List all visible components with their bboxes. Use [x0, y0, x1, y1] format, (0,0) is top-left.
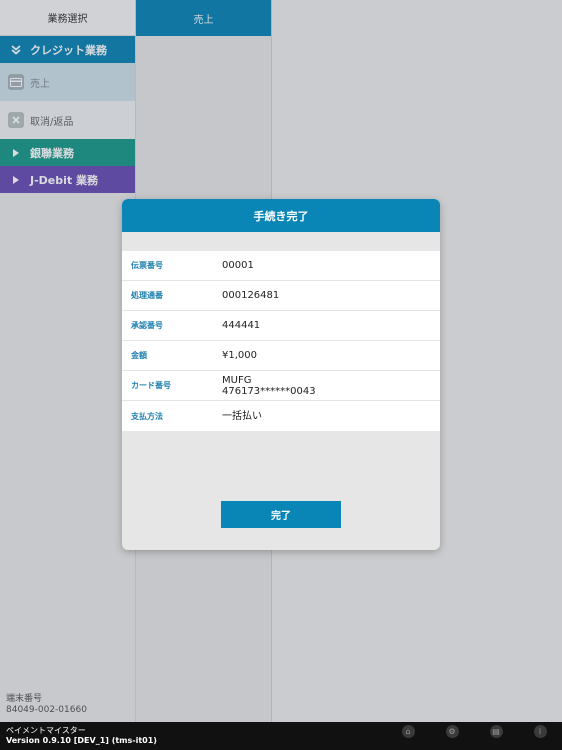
payment-method-value: 一括払い: [222, 410, 262, 422]
approval-number-value: 444441: [222, 320, 261, 331]
slip-number-value: 00001: [222, 260, 254, 271]
done-button[interactable]: 完了: [221, 501, 341, 528]
card-number-value: MUFG 476173******0043: [222, 375, 316, 397]
card-brand: MUFG: [222, 374, 252, 386]
app-info: ペイメントマイスター Version 0.9.10 [DEV_1] (tms-i…: [6, 726, 157, 746]
dialog-spacer: [122, 232, 440, 251]
detail-row-card: カード番号 MUFG 476173******0043: [122, 371, 440, 401]
app-version: Version 0.9.10 [DEV_1] (tms-it01): [6, 736, 157, 745]
settings-icon: ⚙: [445, 725, 459, 738]
detail-list: 伝票番号 00001 処理通番 000126481 承認番号 444441 金額…: [122, 251, 440, 431]
home-button[interactable]: ⌂: [396, 725, 420, 738]
history-button[interactable]: ▤: [484, 725, 508, 738]
card-number-label: カード番号: [131, 381, 171, 390]
amount-label: 金額: [131, 351, 147, 360]
completion-dialog: 手続き完了 伝票番号 00001 処理通番 000126481 承認番号 444…: [122, 199, 440, 550]
approval-number-label: 承認番号: [131, 321, 163, 330]
amount-value: ¥1,000: [222, 350, 257, 361]
sequence-number-label: 処理通番: [131, 291, 163, 300]
dialog-title: 手続き完了: [122, 199, 440, 232]
info-button[interactable]: i: [528, 725, 552, 738]
slip-number-label: 伝票番号: [131, 261, 163, 270]
app-name: ペイメントマイスター: [6, 726, 86, 735]
settings-button[interactable]: ⚙: [440, 725, 464, 738]
info-icon: i: [533, 725, 547, 738]
payment-method-label: 支払方法: [131, 411, 163, 421]
history-icon: ▤: [489, 725, 503, 738]
detail-row-approval: 承認番号 444441: [122, 311, 440, 341]
card-masked-number: 476173******0043: [222, 385, 316, 397]
bottom-bar: ペイメントマイスター Version 0.9.10 [DEV_1] (tms-i…: [0, 722, 562, 750]
detail-row-sequence: 処理通番 000126481: [122, 281, 440, 311]
home-icon: ⌂: [401, 725, 415, 738]
sequence-number-value: 000126481: [222, 290, 280, 301]
detail-row-slip: 伝票番号 00001: [122, 251, 440, 281]
detail-row-payment: 支払方法 一括払い: [122, 401, 440, 431]
detail-row-amount: 金額 ¥1,000: [122, 341, 440, 371]
